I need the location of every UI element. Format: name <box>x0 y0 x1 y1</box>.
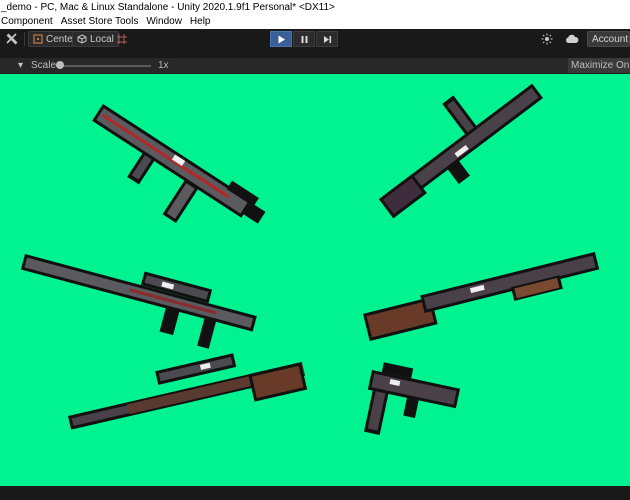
local-cube-icon <box>77 34 87 44</box>
toolbar-divider <box>24 32 25 46</box>
main-toolbar: Center Local Account <box>0 29 630 49</box>
scale-slider-handle[interactable] <box>56 61 64 69</box>
menu-component[interactable]: Component <box>0 15 57 29</box>
space-label: Local <box>90 33 114 45</box>
pivot-center-icon <box>33 34 43 44</box>
sprite-smg-red-stripe <box>92 104 266 224</box>
services-button[interactable] <box>538 31 556 47</box>
scale-value: 1x <box>158 60 169 71</box>
cloud-icon <box>566 34 579 43</box>
crossed-tools-icon <box>6 33 18 45</box>
play-icon <box>278 35 285 43</box>
display-dropdown-arrow-icon[interactable]: ▾ <box>18 60 23 71</box>
step-icon <box>323 35 331 43</box>
sprite-ak-rifle <box>378 83 543 219</box>
window-title-bar: _demo - PC, Mac & Linux Standalone - Uni… <box>0 0 630 15</box>
account-button[interactable]: Account <box>587 31 630 47</box>
weapon-sprites-layer <box>20 83 600 436</box>
menu-window[interactable]: Window <box>142 15 186 29</box>
maximize-on-play-toggle[interactable]: Maximize On Play <box>568 58 630 73</box>
account-label: Account <box>592 33 629 45</box>
grid-snap-icon <box>117 34 127 44</box>
scale-slider-track[interactable] <box>59 65 151 67</box>
window-title: _demo - PC, Mac & Linux Standalone - Uni… <box>1 2 335 13</box>
bottom-status-bar <box>0 486 630 500</box>
play-controls <box>270 31 339 47</box>
sprite-sniper-rifle <box>67 353 308 430</box>
cloud-button[interactable] <box>562 31 582 47</box>
menu-bar: Component Asset Store Tools Window Help <box>0 15 630 29</box>
pause-icon <box>301 35 307 43</box>
game-view-toolbar: ▾ Scale 1x Maximize On Play <box>0 58 630 74</box>
grid-snap-button[interactable] <box>113 31 131 47</box>
game-view-canvas[interactable] <box>0 74 630 486</box>
tools-button[interactable] <box>3 31 21 47</box>
maximize-label: Maximize On Play <box>571 60 630 71</box>
pause-button[interactable] <box>293 31 315 47</box>
sun-services-icon <box>541 33 553 45</box>
space-local-toggle[interactable]: Local <box>72 31 119 47</box>
sprite-scoped-assault-rifle <box>20 254 257 349</box>
sprite-machine-pistol <box>364 362 461 436</box>
menu-help[interactable]: Help <box>186 15 215 29</box>
sprite-shotgun-wood-stock <box>362 251 600 342</box>
scale-label: Scale <box>31 60 57 71</box>
menu-asset-store-tools[interactable]: Asset Store Tools <box>57 15 143 29</box>
play-button[interactable] <box>270 31 292 47</box>
step-button[interactable] <box>316 31 338 47</box>
